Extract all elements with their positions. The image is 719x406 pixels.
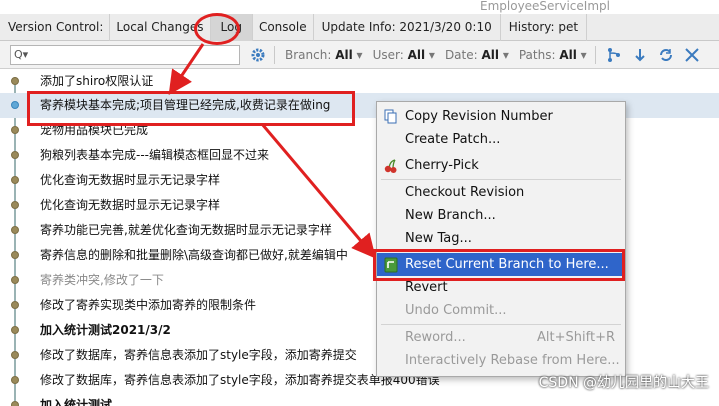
cherry-icon: [383, 158, 399, 174]
commit-node-icon: [11, 126, 19, 134]
commit-node-icon: [11, 151, 19, 159]
commit-node-icon: [11, 226, 19, 234]
menu-item-copy-revision-number[interactable]: Copy Revision Number: [377, 105, 625, 128]
arrow-down-icon[interactable]: [632, 47, 648, 63]
copy-icon: [383, 109, 399, 125]
search-icon: Q▾: [14, 48, 29, 61]
toolbar-separator: [274, 45, 275, 64]
tool-window-tab-bar: Version Control: Local Changes Log Conso…: [0, 13, 719, 41]
commit-context-menu: Copy Revision Number Create Patch... Che…: [376, 101, 626, 377]
commit-message: 加入统计测试2021/3/2: [40, 323, 171, 337]
branch-filter[interactable]: Branch: All ▾: [285, 48, 363, 62]
menu-item-new-tag[interactable]: New Tag...: [377, 227, 625, 250]
log-search-input[interactable]: Q▾: [10, 44, 240, 65]
annotation-log-tab-circle: [194, 13, 240, 45]
commit-node-icon: [11, 351, 19, 359]
tab-version-control-title: Version Control:: [0, 13, 111, 41]
tab-update-info[interactable]: Update Info: 2021/3/20 0:10: [314, 13, 501, 41]
commit-node-icon: [11, 101, 19, 109]
graph-icon[interactable]: [606, 47, 622, 63]
ide-version-control-window: EmployeeServiceImpl × login() Version Co…: [0, 0, 719, 406]
commit-node-icon: [11, 77, 19, 85]
menu-item-create-patch[interactable]: Create Patch...: [377, 128, 625, 151]
gear-icon[interactable]: [250, 47, 266, 63]
menu-separator: [381, 179, 621, 180]
commit-message: 优化查询无数据时显示无记录字样: [40, 173, 221, 187]
date-filter[interactable]: Date: All ▾: [445, 48, 509, 62]
commit-node-icon: [11, 201, 19, 209]
user-filter[interactable]: User: All ▾: [373, 48, 435, 62]
tab-console[interactable]: Console: [253, 13, 314, 41]
menu-item-cherry-pick[interactable]: Cherry-Pick: [377, 154, 625, 177]
toolbar-separator: [594, 45, 596, 64]
annotation-selected-commit-box: [27, 91, 355, 126]
commit-node-icon: [11, 326, 19, 334]
menu-item-undo-commit[interactable]: Undo Commit...: [377, 299, 625, 322]
commit-node-icon: [11, 301, 19, 309]
commit-message: 狗粮列表基本完成---编辑模态框回显不过来: [40, 148, 269, 162]
commit-message: 优化查询无数据时显示无记录字样: [40, 198, 221, 212]
commit-row[interactable]: 加入统计测试: [0, 393, 719, 406]
refresh-icon[interactable]: [658, 47, 674, 63]
commit-node-icon: [11, 401, 19, 406]
reword-shortcut: Alt+Shift+R: [537, 330, 615, 345]
paths-filter[interactable]: Paths: All ▾: [519, 48, 587, 62]
editor-tab-faded[interactable]: EmployeeServiceImpl × login(): [480, 0, 610, 14]
menu-item-reword[interactable]: Reword... Alt+Shift+R: [377, 326, 625, 349]
csdn-watermark: CSDN @幼儿园里的山大王: [538, 375, 709, 391]
menu-item-interactive-rebase[interactable]: Interactively Rebase from Here...: [377, 349, 625, 372]
menu-item-new-branch[interactable]: New Branch...: [377, 204, 625, 227]
commit-node-icon: [11, 376, 19, 384]
menu-separator: [381, 324, 621, 325]
expand-icon[interactable]: [684, 47, 700, 63]
commit-message: 寄养类冲突,修改了一下: [40, 273, 164, 287]
log-filter-toolbar: Q▾ Branch: All ▾ User: All ▾ Date: All ▾…: [0, 41, 719, 69]
commit-message: 修改了寄养实现类中添加寄养的限制条件: [40, 298, 257, 312]
commit-message: 寄养功能已完善,就差优化查询无数据时显示无记录字样: [40, 223, 332, 237]
annotation-reset-item-box: [373, 249, 625, 281]
tab-history[interactable]: History: pet: [501, 13, 588, 41]
commit-message: 修改了数据库，寄养信息表添加了style字段，添加寄养提交: [40, 348, 357, 362]
commit-node-icon: [11, 276, 19, 284]
commit-message: 加入统计测试: [40, 398, 113, 406]
menu-item-checkout-revision[interactable]: Checkout Revision: [377, 181, 625, 204]
commit-node-icon: [11, 176, 19, 184]
commit-node-icon: [11, 251, 19, 259]
commit-message: 寄养信息的删除和批量删除\高级查询都已做好,就差编辑中: [40, 248, 348, 262]
